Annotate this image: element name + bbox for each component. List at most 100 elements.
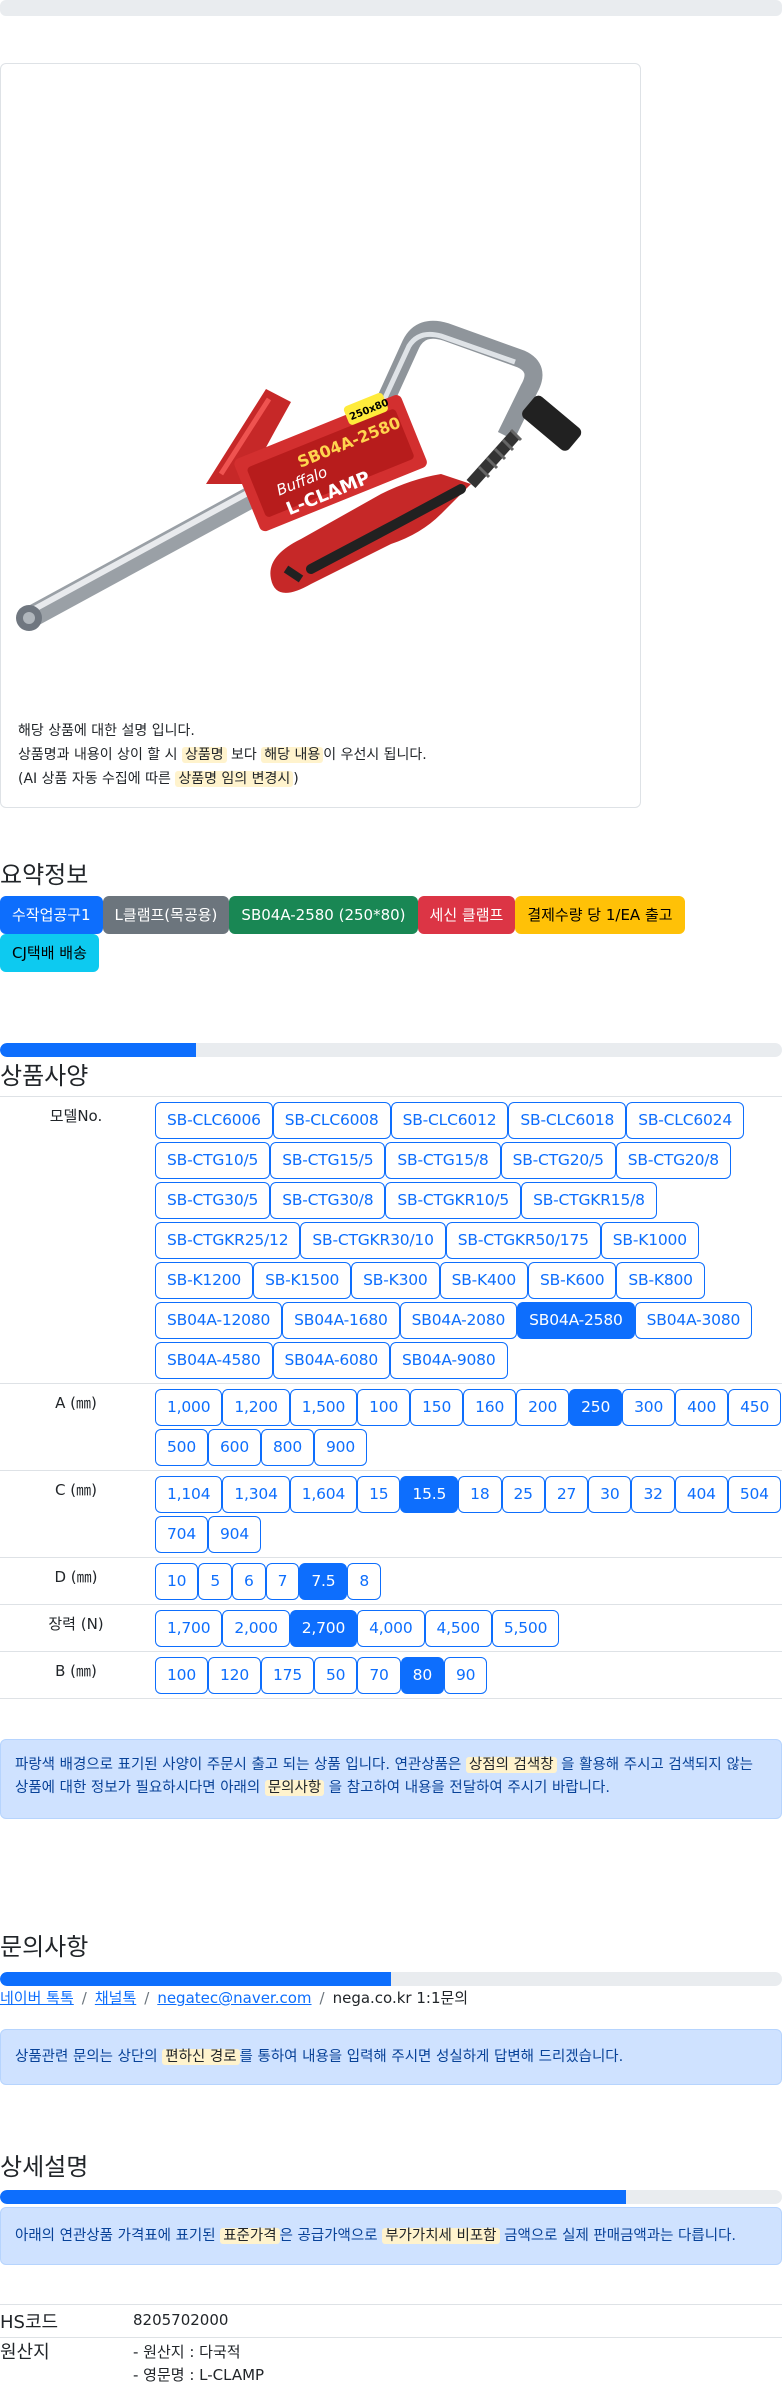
spec-option[interactable]: SB-K600 (528, 1262, 617, 1299)
spec-option[interactable]: SB-CLC6018 (508, 1102, 627, 1139)
product-description: 해당 상품에 대한 설명 입니다. 상품명과 내용이 상이 할 시 상품명 보다… (18, 719, 427, 791)
spec-label: C (㎜) (0, 1470, 152, 1558)
spec-option[interactable]: 1,200 (222, 1389, 290, 1426)
spec-option[interactable]: 5 (198, 1563, 232, 1600)
spec-option[interactable]: 904 (208, 1516, 261, 1553)
spec-option[interactable]: 4,000 (357, 1610, 425, 1647)
spec-option[interactable]: SB-CTGKR30/10 (300, 1222, 446, 1259)
spec-option[interactable]: SB04A-2080 (399, 1302, 518, 1339)
spec-option[interactable]: 50 (314, 1657, 358, 1694)
spec-option[interactable]: 4,500 (424, 1610, 492, 1647)
spec-option[interactable]: 1,500 (289, 1389, 358, 1426)
spec-table: 모델No. SB-CLC6006 SB-CLC6008 SB-CLC6012 SB-CL… (0, 1096, 782, 1699)
spec-option[interactable]: SB04A-1680 (282, 1302, 400, 1339)
naver-talktalk-link[interactable]: 네이버 톡톡 (0, 1989, 74, 2007)
spec-option[interactable]: 100 (357, 1389, 411, 1426)
inquiry-progress-fill (0, 1972, 391, 1986)
spec-option[interactable]: 120 (208, 1657, 261, 1694)
highlight-standard-price: 표준가격 (220, 2228, 280, 2244)
spec-option[interactable]: SB-CTG10/5 (155, 1142, 271, 1179)
spec-option[interactable]: 900 (314, 1429, 367, 1466)
link-separator: / (319, 1989, 325, 2007)
spec-option[interactable]: 600 (208, 1429, 261, 1466)
spec-option[interactable]: SB-CLC6024 (626, 1102, 744, 1139)
spec-option[interactable]: SB-CLC6008 (272, 1102, 391, 1139)
spec-row: D (㎜) 10 5 6 7 7.5 8 (0, 1557, 782, 1605)
summary-badge: SB04A-2580 (250*80) (229, 896, 418, 934)
spec-option[interactable]: 90 (443, 1657, 488, 1694)
spec-option[interactable]: SB-K300 (351, 1262, 440, 1299)
one-to-one-inquiry: nega.co.kr 1:1문의 (332, 1989, 469, 2007)
spec-option[interactable]: 300 (622, 1389, 676, 1426)
spec-option[interactable]: 1,000 (155, 1389, 223, 1426)
spec-option[interactable]: 1,104 (155, 1476, 223, 1513)
spec-option[interactable]: 70 (357, 1657, 401, 1694)
spec-option-selected[interactable]: SB04A-2580 (517, 1302, 635, 1339)
spec-option-selected[interactable]: 7.5 (299, 1563, 348, 1600)
spec-option[interactable]: SB-CLC6012 (390, 1102, 509, 1139)
spec-option[interactable]: 160 (463, 1389, 517, 1426)
spec-option[interactable]: 5,500 (491, 1610, 560, 1647)
spec-option[interactable]: 27 (544, 1476, 589, 1513)
spec-option[interactable]: 30 (588, 1476, 632, 1513)
spec-option[interactable]: 100 (155, 1657, 208, 1694)
origin-values: - 원산지 : 다국적 - 영문명 : L-CLAMP (133, 2341, 264, 2386)
spec-option[interactable]: SB04A-3080 (634, 1302, 753, 1339)
spec-option[interactable]: 1,700 (155, 1610, 223, 1647)
spec-option[interactable]: 1,604 (289, 1476, 358, 1513)
channel-talk-link[interactable]: 채널톡 (95, 1989, 136, 2007)
spec-option[interactable]: SB-CTGKR25/12 (155, 1222, 301, 1259)
spec-option[interactable]: SB-CTG30/5 (155, 1182, 271, 1219)
spec-row: 모델No. SB-CLC6006 SB-CLC6008 SB-CLC6012 SB-CL… (0, 1096, 782, 1384)
summary-badges: 수작업공구1 L클램프(목공용) SB04A-2580 (250*80) 세신 클램프… (0, 896, 720, 972)
spec-option[interactable]: 200 (516, 1389, 570, 1426)
product-image[interactable]: Buffalo SB04A-2580 L-CLAMP 250x80 (1, 184, 642, 684)
spec-option[interactable]: SB-CTG15/8 (385, 1142, 501, 1179)
spec-option[interactable]: 7 (265, 1563, 300, 1600)
desc-text: 이 우선시 됩니다. (323, 747, 427, 763)
spec-option-selected[interactable]: 2,700 (289, 1610, 358, 1647)
spec-option[interactable]: SB04A-9080 (390, 1342, 508, 1379)
spec-option[interactable]: 400 (675, 1389, 729, 1426)
spec-option-selected[interactable]: 250 (569, 1389, 623, 1426)
spec-option[interactable]: SB04A-6080 (272, 1342, 390, 1379)
spec-label: B (㎜) (0, 1651, 152, 1699)
spec-option[interactable]: 500 (155, 1429, 208, 1466)
spec-option[interactable]: SB-CTG20/5 (500, 1142, 616, 1179)
spec-option[interactable]: SB-K1000 (600, 1222, 699, 1259)
spec-option[interactable]: SB-CTGKR10/5 (385, 1182, 522, 1219)
spec-option[interactable]: SB-CTGKR50/175 (445, 1222, 601, 1259)
spec-option[interactable]: SB-CTGKR15/8 (521, 1182, 657, 1219)
email-link[interactable]: negatec@naver.com (157, 1989, 311, 2007)
spec-option[interactable]: 6 (232, 1563, 266, 1600)
spec-option[interactable]: SB-K1200 (155, 1262, 254, 1299)
spec-option[interactable]: 10 (155, 1563, 199, 1600)
spec-option[interactable]: SB-CTG20/8 (615, 1142, 731, 1179)
spec-option[interactable]: 2,000 (222, 1610, 290, 1647)
spec-option[interactable]: SB-K800 (616, 1262, 705, 1299)
spec-option[interactable]: SB-K1500 (253, 1262, 352, 1299)
spec-option[interactable]: SB04A-4580 (155, 1342, 273, 1379)
spec-option[interactable]: 704 (155, 1516, 208, 1553)
spec-option[interactable]: 15 (357, 1476, 401, 1513)
notice-text: 아래의 연관상품 가격표에 표기된 (15, 2228, 221, 2244)
spec-option[interactable]: 450 (728, 1389, 782, 1426)
spec-option[interactable]: 8 (347, 1563, 382, 1600)
spec-option[interactable]: 504 (727, 1476, 781, 1513)
spec-option[interactable]: 18 (458, 1476, 502, 1513)
spec-option[interactable]: 150 (410, 1389, 464, 1426)
spec-option[interactable]: 32 (631, 1476, 675, 1513)
spec-option[interactable]: 800 (261, 1429, 314, 1466)
spec-option[interactable]: 175 (261, 1657, 314, 1694)
spec-option[interactable]: SB-CTG30/8 (270, 1182, 386, 1219)
spec-option[interactable]: SB-CLC6006 (155, 1102, 273, 1139)
spec-option[interactable]: SB-K400 (439, 1262, 528, 1299)
spec-option[interactable]: SB04A-12080 (155, 1302, 283, 1339)
summary-badge: L클램프(목공용) (102, 896, 230, 934)
spec-option[interactable]: 1,304 (222, 1476, 290, 1513)
spec-option-selected[interactable]: 15.5 (400, 1476, 459, 1513)
spec-option-selected[interactable]: 80 (400, 1657, 444, 1694)
spec-option[interactable]: SB-CTG15/5 (270, 1142, 386, 1179)
spec-option[interactable]: 404 (674, 1476, 728, 1513)
spec-option[interactable]: 25 (501, 1476, 545, 1513)
